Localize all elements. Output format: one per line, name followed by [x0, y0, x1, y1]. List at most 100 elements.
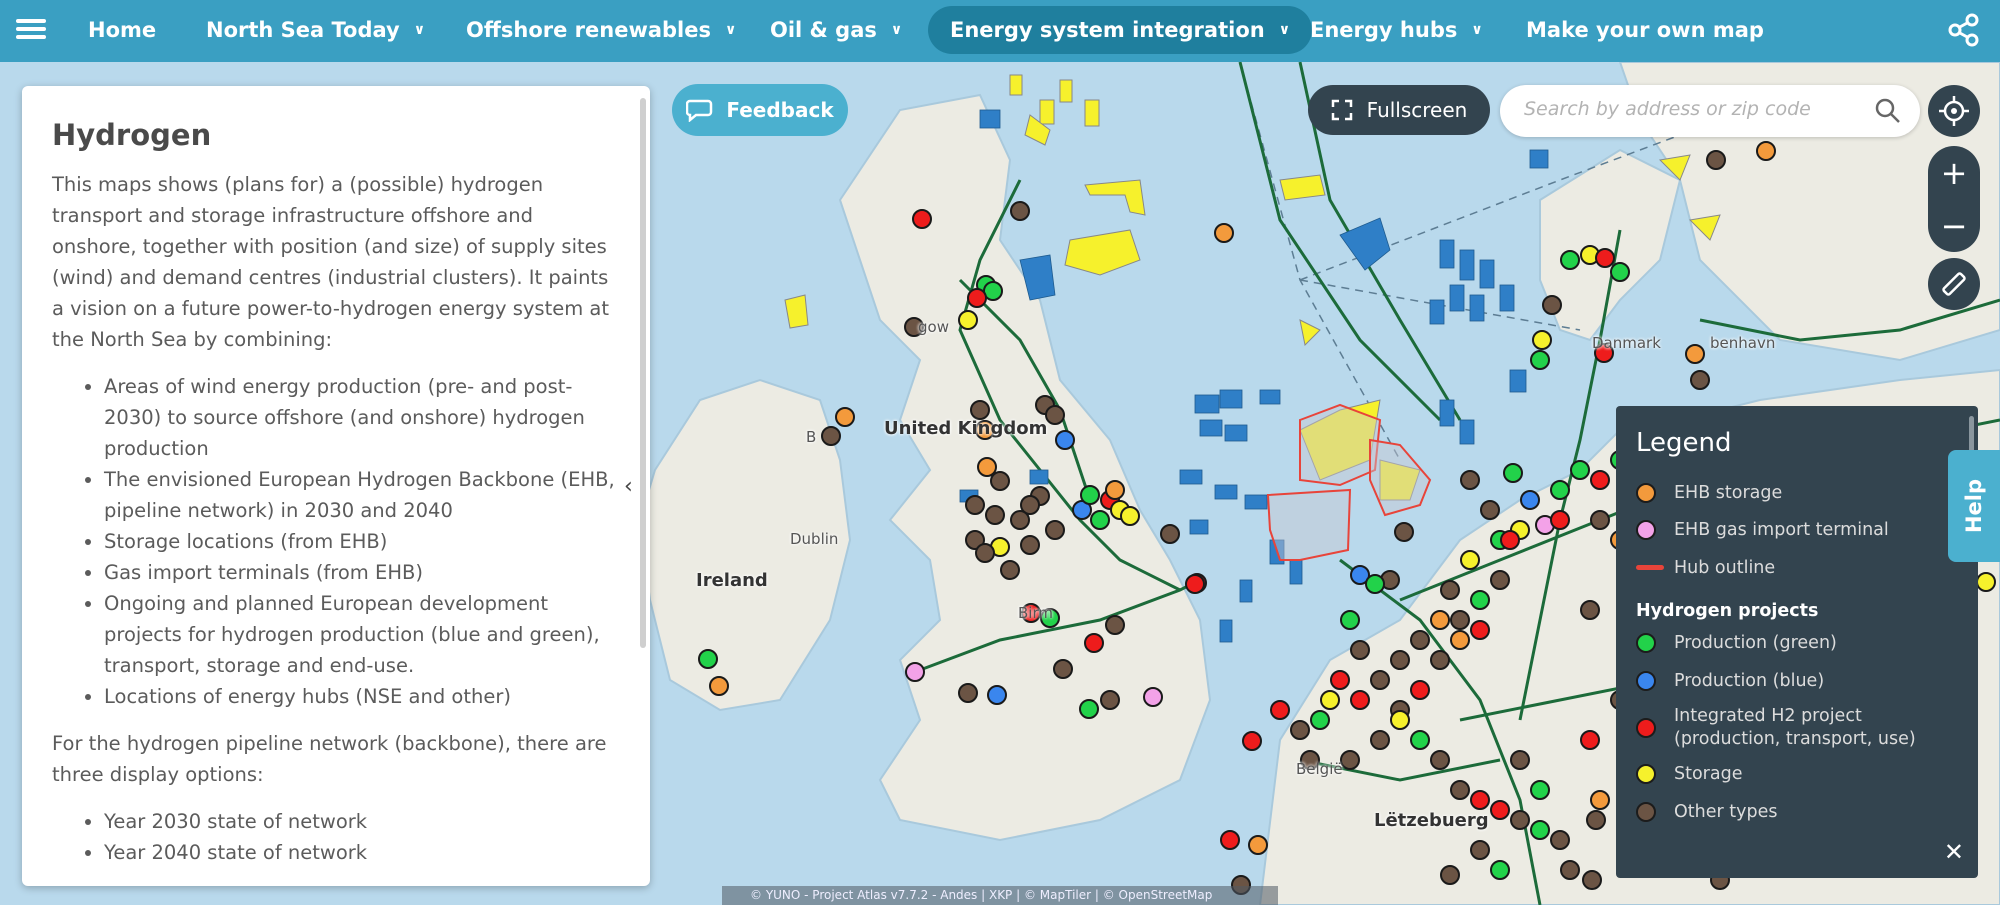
map-marker[interactable] — [985, 505, 1005, 525]
map-marker[interactable] — [1242, 731, 1262, 751]
map-marker[interactable] — [1550, 480, 1570, 500]
map-marker[interactable] — [987, 685, 1007, 705]
map-marker[interactable] — [1756, 141, 1776, 161]
map-marker[interactable] — [975, 543, 995, 563]
map-marker[interactable] — [1690, 370, 1710, 390]
map-marker[interactable] — [1470, 790, 1490, 810]
map-marker[interactable] — [1500, 530, 1520, 550]
map-marker[interactable] — [1370, 730, 1390, 750]
map-marker[interactable] — [1550, 510, 1570, 530]
nav-energy-system-integration[interactable]: Energy system integration ∨ — [928, 6, 1313, 54]
map-marker[interactable] — [1350, 690, 1370, 710]
map-marker[interactable] — [1340, 750, 1360, 770]
map-marker[interactable] — [958, 683, 978, 703]
map-marker[interactable] — [1248, 835, 1268, 855]
map-marker[interactable] — [1430, 650, 1450, 670]
panel-scrollbar[interactable] — [640, 98, 646, 648]
map-marker[interactable] — [1503, 463, 1523, 483]
map-marker[interactable] — [1530, 820, 1550, 840]
map-marker[interactable] — [1490, 570, 1510, 590]
measure-button[interactable] — [1928, 258, 1980, 310]
map-marker[interactable] — [1560, 860, 1580, 880]
map-marker[interactable] — [1450, 780, 1470, 800]
map-marker[interactable] — [1000, 560, 1020, 580]
map-marker[interactable] — [1010, 510, 1030, 530]
map-marker[interactable] — [1010, 201, 1030, 221]
map-marker[interactable] — [1365, 574, 1385, 594]
nav-offshore-renewables[interactable]: Offshore renewables ∨ — [444, 6, 758, 54]
map-marker[interactable] — [1530, 780, 1550, 800]
map-marker[interactable] — [1020, 535, 1040, 555]
map-marker[interactable] — [1470, 840, 1490, 860]
map-marker[interactable] — [1120, 506, 1140, 526]
map-marker[interactable] — [1410, 680, 1430, 700]
map-marker[interactable] — [1084, 633, 1104, 653]
nav-oil-gas[interactable]: Oil & gas ∨ — [748, 6, 924, 54]
map-marker[interactable] — [1470, 620, 1490, 640]
map-marker[interactable] — [835, 407, 855, 427]
map-marker[interactable] — [1460, 470, 1480, 490]
map-marker[interactable] — [1590, 790, 1610, 810]
map-marker[interactable] — [1214, 223, 1234, 243]
map-marker[interactable] — [1450, 610, 1470, 630]
map-marker[interactable] — [967, 288, 987, 308]
map-marker[interactable] — [821, 426, 841, 446]
map-marker[interactable] — [1706, 150, 1726, 170]
locate-button[interactable] — [1928, 85, 1980, 137]
nav-make-your-own-map[interactable]: Make your own map — [1504, 6, 1786, 54]
map-marker[interactable] — [1520, 490, 1540, 510]
map-marker[interactable] — [1480, 500, 1500, 520]
map-marker[interactable] — [1390, 650, 1410, 670]
map-marker[interactable] — [1560, 250, 1580, 270]
map-marker[interactable] — [1440, 580, 1460, 600]
map-marker[interactable] — [1320, 690, 1340, 710]
map-marker[interactable] — [1490, 860, 1510, 880]
fullscreen-button[interactable]: Fullscreen — [1308, 85, 1490, 135]
map-marker[interactable] — [977, 457, 997, 477]
map-marker[interactable] — [1532, 330, 1552, 350]
map-marker[interactable] — [1580, 730, 1600, 750]
map-marker[interactable] — [912, 209, 932, 229]
zoom-in-button[interactable]: + — [1928, 146, 1980, 199]
nav-north-sea-today[interactable]: North Sea Today ∨ — [184, 6, 447, 54]
map-marker[interactable] — [1410, 730, 1430, 750]
map-marker[interactable] — [1394, 522, 1414, 542]
map-marker[interactable] — [1053, 659, 1073, 679]
search-icon[interactable] — [1874, 97, 1902, 125]
map-marker[interactable] — [1045, 405, 1065, 425]
map-marker[interactable] — [1350, 640, 1370, 660]
map-marker[interactable] — [1450, 630, 1470, 650]
map-marker[interactable] — [1100, 690, 1120, 710]
map-marker[interactable] — [1610, 262, 1630, 282]
map-marker[interactable] — [1080, 485, 1100, 505]
map-marker[interactable] — [1430, 610, 1450, 630]
share-icon[interactable] — [1946, 12, 1982, 48]
feedback-button[interactable]: Feedback — [672, 84, 848, 136]
map-marker[interactable] — [990, 471, 1010, 491]
map-marker[interactable] — [1143, 687, 1163, 707]
search-input[interactable] — [1524, 98, 1864, 120]
help-tab[interactable]: Help — [1948, 450, 2000, 562]
map-marker[interactable] — [1290, 720, 1310, 740]
map-marker[interactable] — [1582, 870, 1602, 890]
map-marker[interactable] — [1310, 710, 1330, 730]
map-marker[interactable] — [1410, 630, 1430, 650]
close-icon[interactable]: ✕ — [1944, 838, 1964, 866]
map-marker[interactable] — [1160, 524, 1180, 544]
map-marker[interactable] — [1685, 344, 1705, 364]
map-marker[interactable] — [1595, 248, 1615, 268]
map-marker[interactable] — [1185, 574, 1205, 594]
map-marker[interactable] — [1976, 572, 1996, 592]
map-marker[interactable] — [1045, 520, 1065, 540]
map-marker[interactable] — [1530, 350, 1550, 370]
map-marker[interactable] — [1510, 750, 1530, 770]
map-marker[interactable] — [1340, 610, 1360, 630]
map-marker[interactable] — [1510, 810, 1530, 830]
map-marker[interactable] — [1390, 710, 1410, 730]
zoom-out-button[interactable]: − — [1928, 199, 1980, 252]
map-marker[interactable] — [1460, 550, 1480, 570]
map-marker[interactable] — [1586, 810, 1606, 830]
map-marker[interactable] — [1430, 750, 1450, 770]
map-marker[interactable] — [905, 662, 925, 682]
map-marker[interactable] — [1590, 470, 1610, 490]
